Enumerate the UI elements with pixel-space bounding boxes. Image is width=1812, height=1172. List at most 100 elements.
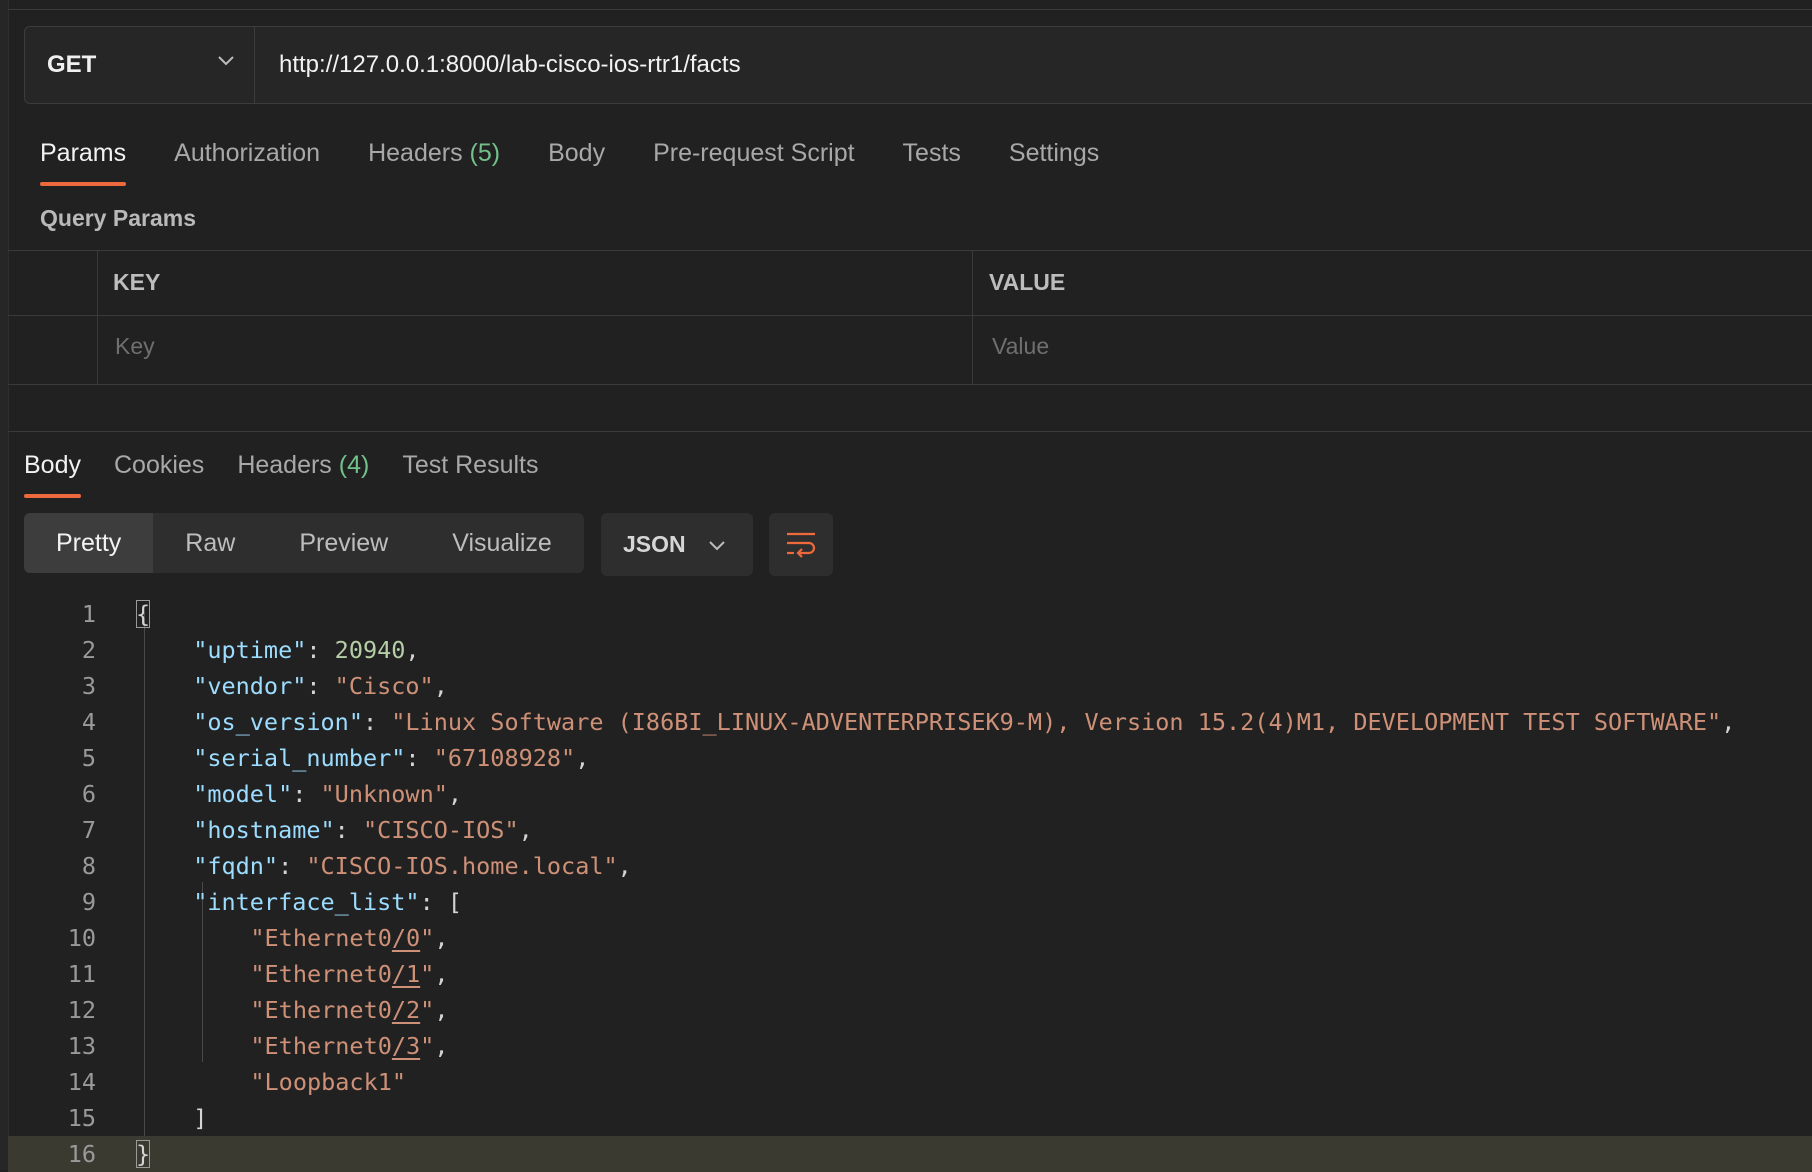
code-text: "Loopback1" (250, 1064, 406, 1100)
code-token: "Ethernet0 (250, 1032, 392, 1060)
code-token: "interface_list" (193, 888, 420, 916)
line-number: 5 (81, 744, 96, 772)
code-token: , (447, 780, 463, 808)
tab-params[interactable]: Params (40, 136, 127, 186)
url-input[interactable]: http://127.0.0.1:8000/lab-cisco-ios-rtr1… (279, 27, 741, 103)
tab-pre-request-script[interactable]: Pre-request Script (653, 136, 854, 186)
code-token: , (1721, 708, 1736, 736)
line-number: 4 (81, 708, 96, 736)
line-number: 15 (67, 1104, 96, 1132)
code-token: } (136, 1140, 151, 1168)
format-select[interactable]: JSON (601, 513, 753, 576)
code-line: 13 "Ethernet0/3", (8, 1028, 1812, 1064)
tab-label: Test Results (402, 451, 539, 479)
code-line: 15] (8, 1100, 1812, 1136)
tab-label: Headers (368, 139, 463, 167)
code-text: "hostname": "CISCO-IOS", (193, 812, 533, 848)
code-token: "Ethernet0 (250, 924, 392, 952)
code-text: "os_version": "Linux Software (I86BI_LIN… (193, 704, 1735, 740)
method-select[interactable]: GET (25, 27, 255, 103)
code-token: ] (193, 1104, 208, 1132)
code-text: "model": "Unknown", (193, 776, 462, 812)
column-divider (972, 251, 973, 384)
wrap-lines-button[interactable] (769, 513, 833, 576)
tab-label: Headers (237, 451, 332, 479)
view-preview-button[interactable]: Preview (267, 513, 420, 573)
tab-label: Body (24, 451, 81, 479)
code-token: "Linux Software (I86BI_LINUX-ADVENTERPRI… (391, 708, 1722, 736)
table-header-row (8, 251, 1812, 316)
code-line: 6 "model": "Unknown", (8, 776, 1812, 812)
code-token: "os_version" (193, 708, 363, 736)
code-token: "hostname" (193, 816, 335, 844)
code-token: " (420, 924, 435, 952)
response-tabs: Body Cookies Headers (4) Test Results (24, 448, 572, 498)
view-raw-button[interactable]: Raw (153, 513, 267, 573)
view-pretty-button[interactable]: Pretty (24, 513, 154, 573)
tab-body[interactable]: Body (548, 136, 605, 186)
code-line: 4 "os_version": "Linux Software (I86BI_LI… (8, 704, 1812, 740)
code-text: "vendor": "Cisco", (193, 668, 448, 704)
line-number: 16 (67, 1140, 96, 1168)
value-input[interactable]: Value (992, 333, 1049, 360)
response-tab-body[interactable]: Body (24, 448, 81, 498)
code-token: " (420, 1032, 435, 1060)
code-token: , (434, 960, 449, 988)
tab-headers[interactable]: Headers (5) (368, 136, 500, 186)
code-line: 1{ (8, 596, 1812, 632)
code-token: "vendor" (193, 672, 307, 700)
code-line: 12 "Ethernet0/2", (8, 992, 1812, 1028)
top-strip (8, 0, 1812, 10)
tab-label: Cookies (113, 451, 205, 479)
method-label: GET (47, 51, 97, 78)
code-token: : (362, 708, 392, 736)
code-token: "Loopback1" (250, 1068, 407, 1096)
code-text: "serial_number": "67108928", (193, 740, 589, 776)
tab-authorization[interactable]: Authorization (174, 136, 320, 186)
response-tab-headers[interactable]: Headers (4) (237, 448, 369, 498)
response-tab-test-results[interactable]: Test Results (402, 448, 538, 498)
tab-settings[interactable]: Settings (1009, 136, 1099, 186)
view-visualize-button[interactable]: Visualize (420, 513, 584, 573)
code-token: "CISCO-IOS" (362, 816, 519, 844)
tab-label: Tests (902, 139, 961, 167)
code-token: " (420, 996, 435, 1024)
code-token: "Unknown" (320, 780, 448, 808)
view-mode-toggle: Pretty Raw Preview Visualize (24, 513, 584, 573)
code-text: "fqdn": "CISCO-IOS.home.local", (193, 848, 632, 884)
code-token: , (434, 1032, 449, 1060)
code-token: , (575, 744, 590, 772)
wrap-lines-icon (787, 532, 816, 558)
line-number: 1 (81, 600, 96, 628)
key-input[interactable]: Key (115, 333, 155, 360)
line-number: 12 (67, 996, 96, 1024)
tab-label: Settings (1008, 139, 1100, 167)
tab-label: Params (40, 139, 127, 167)
pane-divider[interactable] (8, 431, 1812, 432)
code-token: , (518, 816, 533, 844)
query-params-title: Query Params (40, 205, 196, 231)
code-text: "interface_list": [ (193, 884, 462, 920)
code-token: "Ethernet0 (250, 996, 392, 1024)
code-token: : (306, 636, 335, 664)
code-line: 7 "hostname": "CISCO-IOS", (8, 812, 1812, 848)
code-line: 8 "fqdn": "CISCO-IOS.home.local", (8, 848, 1812, 884)
code-line: 3 "vendor": "Cisco", (8, 668, 1812, 704)
tab-tests[interactable]: Tests (903, 136, 961, 186)
code-token: /1 (391, 960, 421, 988)
code-line: 11 "Ethernet0/1", (8, 956, 1812, 992)
code-token: "model" (193, 780, 293, 808)
response-tab-cookies[interactable]: Cookies (114, 448, 204, 498)
code-token: , (617, 852, 632, 880)
code-token: { (136, 600, 151, 628)
key-column-header: KEY (113, 269, 161, 295)
code-token: , (434, 924, 449, 952)
code-line: 5 "serial_number": "67108928", (8, 740, 1812, 776)
response-body-editor[interactable]: 1{2 "uptime": 20940, 3 "vendor": "Cisco", 4 "… (8, 594, 1812, 1172)
tab-label: Authorization (174, 139, 321, 167)
code-text: "Ethernet0/1", (250, 956, 448, 992)
code-line: 2 "uptime": 20940, (8, 632, 1812, 668)
line-number: 8 (81, 852, 96, 880)
code-token: "Ethernet0 (250, 960, 392, 988)
code-text: "Ethernet0/0", (250, 920, 448, 956)
